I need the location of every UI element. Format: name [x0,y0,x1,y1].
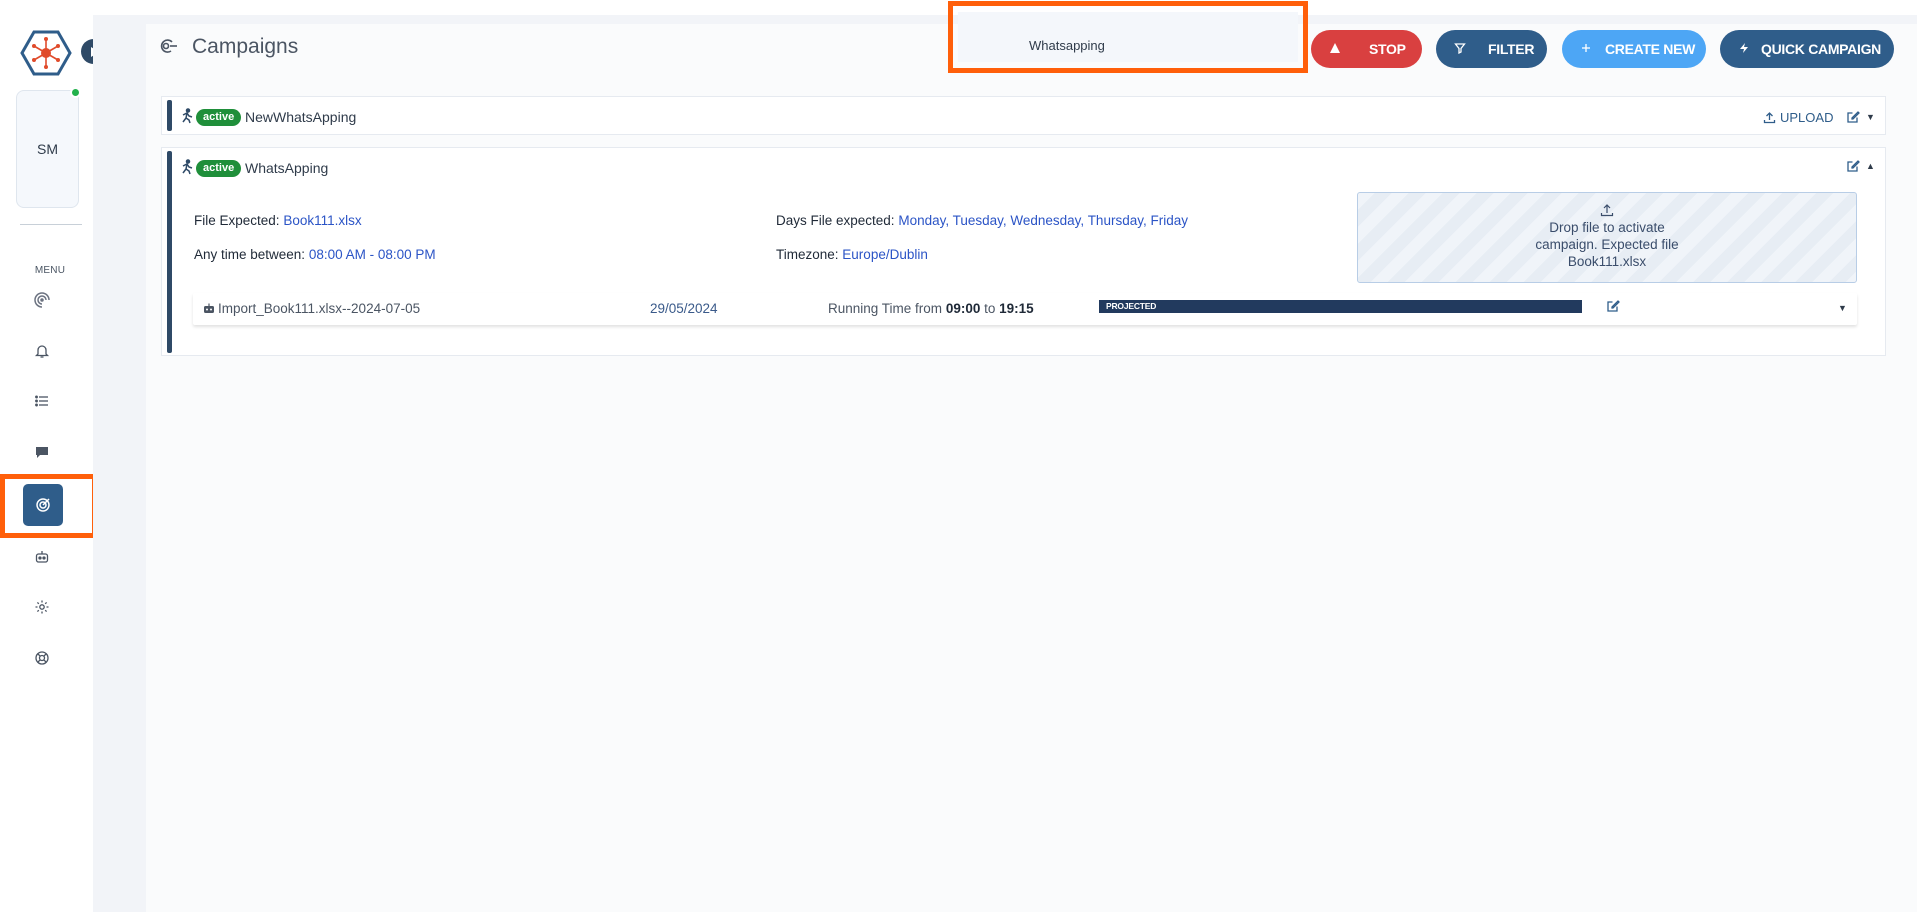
file-dropzone[interactable]: Drop file to activate campaign. Expected… [1357,192,1857,283]
import-file-name: Import_Book111.xlsx--2024-07-05 [218,301,421,316]
running-person-icon [182,159,193,175]
campaigns-title-icon [158,36,178,56]
anytime-value: 08:00 AM - 08:00 PM [308,247,436,262]
running-to-word: to [984,301,996,316]
edit-icon[interactable] [1846,110,1860,124]
campaign-accent-bar [167,151,172,353]
campaign-name[interactable]: NewWhatsApping [245,109,356,125]
import-row[interactable]: Import_Book111.xlsx--2024-07-05 29/05/20… [193,293,1857,325]
file-expected-label: File Expected: [194,213,280,228]
running-prefix: Running Time from [828,301,943,316]
search-highlight-annotation [948,1,1308,73]
create-new-button-label: CREATE NEW [1605,41,1696,57]
plus-icon [1582,44,1590,52]
anytime-label: Any time between: [194,247,306,262]
list-icon [35,395,48,407]
edit-icon[interactable] [1846,159,1860,173]
campaign-name[interactable]: WhatsApping [245,160,328,176]
running-to: 19:15 [999,301,1034,316]
collapse-caret-icon[interactable]: ▲ [1866,161,1875,171]
days-file-expected: Days File expected: Monday, Tuesday, Wed… [776,213,1188,228]
sidebar-item-notifications[interactable] [26,335,58,367]
sidebar-item-help[interactable] [26,642,58,674]
dropzone-text-line2: campaign. Expected file [1535,237,1679,252]
app-logo-icon[interactable] [20,29,72,77]
menu-label: MENU [34,265,66,276]
target-icon [36,498,50,512]
progress-label: PROJECTED [1106,301,1157,311]
lifebuoy-icon [35,651,49,665]
days-value: Monday, Tuesday, Wednesday, Thursday, Fr… [898,213,1188,228]
file-expected-value: Book111.xlsx [283,213,362,228]
page-title: Campaigns [192,35,299,58]
stop-button-label: STOP [1369,41,1406,57]
status-badge: active [196,109,242,126]
sidebar-item-lists[interactable] [26,385,58,417]
import-date: 29/05/2024 [650,301,718,316]
campaign-row[interactable]: active NewWhatsApping [161,96,1886,135]
expand-caret-icon[interactable]: ▼ [1866,112,1875,122]
stop-button[interactable]: STOP [1311,30,1422,68]
campaign-accent-bar [167,100,172,131]
timezone-label: Timezone: [776,247,839,262]
filter-icon [1454,43,1466,54]
lightning-icon [1740,43,1748,53]
progress-fill [1099,300,1582,313]
sidebar-item-settings[interactable] [26,591,58,623]
upload-icon [1763,112,1776,124]
timezone: Timezone: Europe/Dublin [776,247,928,262]
progress-bar: PROJECTED [1099,300,1582,313]
robot-icon [35,551,49,563]
expand-caret-icon[interactable]: ▼ [1838,303,1847,313]
status-badge: active [196,160,242,177]
sidebar-divider [20,224,82,225]
create-new-button[interactable]: CREATE NEW [1562,30,1706,68]
quick-campaign-button-label: QUICK CAMPAIGN [1761,41,1881,57]
file-expected: File Expected: Book111.xlsx [194,213,362,228]
upload-button[interactable]: UPLOAD [1763,110,1833,125]
bell-icon [34,345,50,358]
sidebar-item-campaigns-radar[interactable] [26,284,58,316]
gear-icon [35,600,49,614]
edit-icon[interactable] [1606,299,1620,313]
robot-icon [204,303,214,313]
sidebar-item-messages[interactable] [26,436,58,468]
days-label: Days File expected: [776,213,895,228]
dropzone-text-line1: Drop file to activate [1549,220,1665,235]
upload-label: UPLOAD [1780,110,1834,125]
sidebar-item-campaigns[interactable] [23,484,63,526]
quick-campaign-button[interactable]: QUICK CAMPAIGN [1720,30,1894,68]
running-person-icon [182,108,193,124]
sidebar-item-bots[interactable] [26,541,58,573]
running-time: Running Time from 09:00 to 19:15 [828,301,1034,316]
warning-icon [1330,43,1340,53]
upload-icon [1600,204,1614,217]
running-from: 09:00 [945,301,981,316]
user-initials: SM [37,141,58,157]
filter-button-label: FILTER [1488,41,1535,57]
dropzone-text-line3: Book111.xlsx [1567,254,1647,269]
user-avatar[interactable]: SM [16,90,79,208]
radar-icon [34,292,50,308]
sidebar: SM MENU [0,0,106,912]
chat-icon [36,447,48,458]
timezone-value: Europe/Dublin [842,247,928,262]
online-status-indicator [70,87,81,98]
any-time-between: Any time between: 08:00 AM - 08:00 PM [194,247,436,262]
filter-button[interactable]: FILTER [1436,30,1547,68]
